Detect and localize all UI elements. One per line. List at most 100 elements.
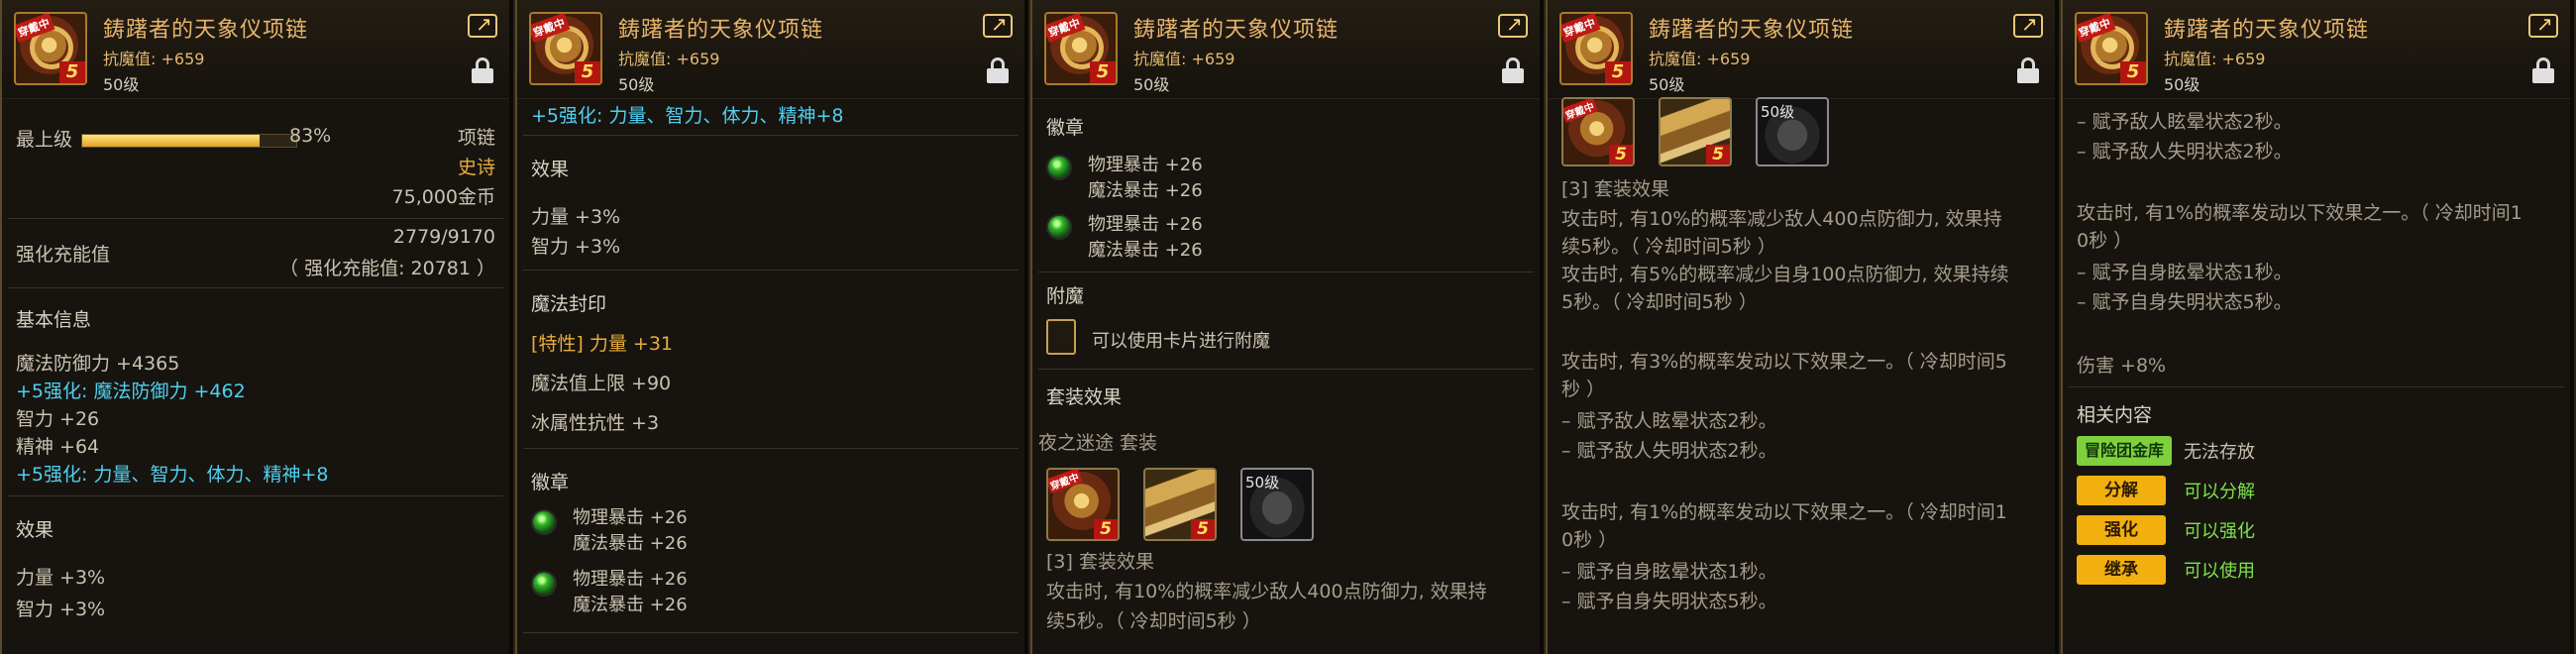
item-name: 鋳躇者的天象仪项链 [618, 18, 824, 43]
related-title: 相关内容 [2077, 404, 2153, 426]
badge-stat: 物理暴击 +26 [1088, 214, 1203, 235]
badge-title: 徽章 [1046, 117, 1085, 139]
badge-title: 徽章 [531, 472, 570, 493]
set-necklace-icon[interactable]: 穿戴中 5 [1046, 468, 1120, 541]
item-level: 50级 [103, 75, 140, 94]
adventure-vault-button[interactable]: 冒险团金库 [2077, 436, 2172, 466]
set-effect-line: 攻击时, 有10%的概率减少敌人400点防御力, 效果持 [1561, 208, 2002, 230]
seal-title: 魔法封印 [531, 293, 607, 315]
lock-icon[interactable] [2017, 57, 2039, 83]
badge-socket[interactable] [1046, 214, 1076, 240]
necklace-icon: 穿戴中 5 [529, 12, 602, 85]
tooltip-panel-2: 穿戴中5 鋳躇者的天象仪项链 抗魔值: +659 50级 +5强化: 力量、智力… [515, 0, 1030, 654]
enchant-card-slot[interactable] [1046, 319, 1076, 355]
set-bracelet-icon[interactable]: 5 [1659, 97, 1732, 166]
compare-icon[interactable] [2013, 12, 2043, 38]
set-effect-title: [3] 套装效果 [1046, 551, 1154, 573]
item-level: 50级 [2164, 75, 2200, 94]
item-level: 50级 [1133, 75, 1170, 94]
set-effect-line: 续5秒。（ 冷却时间5秒 ） [1561, 236, 1776, 258]
set-bracelet-icon[interactable]: 5 [1143, 468, 1217, 541]
set-necklace-icon[interactable]: 穿戴中 5 [1561, 97, 1635, 166]
compare-icon[interactable] [1498, 12, 1528, 38]
lock-icon[interactable] [472, 57, 493, 83]
basic-stat: 魔法防御力 +4365 [16, 353, 180, 375]
enhance-line: +5强化: 力量、智力、体力、精神+8 [531, 105, 844, 127]
effect-stat: 智力 +3% [16, 599, 106, 620]
green-gem-icon [1046, 155, 1072, 180]
set-effect-line: 秒 ） [1561, 379, 1606, 400]
disassemble-desc: 可以分解 [2184, 482, 2255, 502]
item-rarity: 史诗 [457, 157, 495, 178]
tooltip-panel-5: 穿戴中5 鋳躇者的天象仪项链 抗魔值: +659 50级 – 赋予敌人眩晕状态2… [2061, 0, 2576, 654]
compare-icon[interactable] [2528, 12, 2558, 38]
item-header: 穿戴中 5 鋳躇者的天象仪项链 抗魔值: +659 50级 [1548, 0, 2059, 99]
set-glove-icon[interactable]: 50级 [1756, 97, 1829, 166]
item-header: 穿戴中 5 鋳躇者的天象仪项链 抗魔值: +659 50级 [517, 0, 1028, 99]
set-effect-line: 0秒 ） [1561, 529, 1618, 551]
badge-socket[interactable] [531, 571, 561, 597]
amp-extra: （ 强化充能值: 20781 ） [279, 258, 495, 279]
green-gem-icon [1046, 214, 1072, 240]
effect-stat: 力量 +3% [16, 567, 106, 589]
amp-value: 2779/9170 [392, 226, 495, 248]
enhance-button[interactable]: 强化 [2077, 515, 2166, 545]
basic-stat: 智力 +26 [16, 408, 100, 430]
set-effect-line: 攻击时, 有1%的概率发动以下效果之一。（ 冷却时间1 [1561, 501, 2007, 523]
basic-stat: +5强化: 力量、智力、体力、精神+8 [16, 464, 329, 486]
set-effect-line: 攻击时, 有1%的概率发动以下效果之一。（ 冷却时间1 [2077, 202, 2522, 224]
seal-item: 冰属性抗性 +3 [531, 412, 660, 434]
set-effect-line: – 赋予敌人眩晕状态2秒。 [2077, 111, 2293, 133]
seal-item: 魔法值上限 +90 [531, 373, 672, 394]
badge-socket[interactable] [531, 509, 561, 535]
set-effect-line: 0秒 ） [2077, 230, 2133, 252]
basic-stat: +5强化: 魔法防御力 +462 [16, 381, 246, 402]
set-effect-line: – 赋予自身失明状态5秒。 [2077, 291, 2293, 313]
tooltip-strip: 穿戴中5 鋳躇者的天象仪项链 抗魔值: +659 50级 最上级 83% 项链 … [0, 0, 2576, 654]
compare-icon[interactable] [468, 12, 497, 38]
badge-stat: 物理暴击 +26 [573, 569, 688, 590]
item-resist: 抗魔值: +659 [1133, 50, 1235, 68]
necklace-icon: 穿戴中 5 [2075, 12, 2148, 85]
enhance-desc: 可以强化 [2184, 521, 2255, 542]
green-gem-icon [531, 509, 557, 535]
set-effect-title: [3] 套装效果 [1561, 178, 1669, 200]
inherit-button[interactable]: 继承 [2077, 555, 2166, 585]
item-resist: 抗魔值: +659 [1649, 50, 1751, 68]
disassemble-button[interactable]: 分解 [2077, 476, 2166, 505]
set-effect-line: – 赋予敌人眩晕状态2秒。 [1561, 410, 1777, 432]
item-name: 鋳躇者的天象仪项链 [103, 18, 309, 43]
effect-title: 效果 [531, 159, 570, 180]
badge-stat: 物理暴击 +26 [573, 507, 688, 528]
item-level: 50级 [1649, 75, 1685, 94]
badge-socket[interactable] [1046, 155, 1076, 180]
item-level: 50级 [618, 75, 655, 94]
item-resist: 抗魔值: +659 [103, 50, 205, 68]
badge-stat: 物理暴击 +26 [1088, 155, 1203, 175]
necklace-icon: 穿戴中 5 [1044, 12, 1118, 85]
lock-icon[interactable] [2532, 57, 2554, 83]
item-header: 穿戴中 5 鋳躇者的天象仪项链 抗魔值: +659 50级 [2, 0, 513, 99]
set-name: 夜之迷途 套装 [1038, 432, 1158, 454]
set-effect-line: 攻击时, 有3%的概率发动以下效果之一。（ 冷却时间5 [1561, 351, 2007, 373]
effect-stat: 智力 +3% [531, 236, 621, 258]
lock-icon[interactable] [1502, 57, 1524, 83]
item-resist: 抗魔值: +659 [618, 50, 720, 68]
set-effect-line: – 赋予敌人失明状态2秒。 [1561, 440, 1777, 462]
tooltip-panel-3: 穿戴中5 鋳躇者的天象仪项链 抗魔值: +659 50级 徽章 物理暴击 +26… [1030, 0, 1546, 654]
item-slot: 项链 [457, 127, 495, 149]
necklace-icon: 穿戴中 5 [14, 12, 87, 85]
item-name: 鋳躇者的天象仪项链 [2164, 18, 2370, 43]
badge-stat: 魔法暴击 +26 [1088, 240, 1203, 261]
set-effect-line: 攻击时, 有10%的概率减少敌人400点防御力, 效果持 [1046, 581, 1487, 602]
set-glove-icon[interactable]: 50级 [1240, 468, 1314, 541]
seal-item-text: [特性] 力量 +31 [531, 333, 674, 355]
compare-icon[interactable] [983, 12, 1013, 38]
set-effect-line: 攻击时, 有5%的概率减少自身100点防御力, 效果持续 [1561, 264, 2009, 285]
badge-stat: 魔法暴击 +26 [573, 533, 688, 554]
item-header: 穿戴中 5 鋳躇者的天象仪项链 抗魔值: +659 50级 [2063, 0, 2574, 99]
effect-stat: 力量 +3% [531, 206, 621, 228]
item-name: 鋳躇者的天象仪项链 [1649, 18, 1855, 43]
lock-icon[interactable] [987, 57, 1009, 83]
tooltip-panel-4: 穿戴中5 鋳躇者的天象仪项链 抗魔值: +659 50级 穿戴中5 5 50级 … [1546, 0, 2061, 654]
